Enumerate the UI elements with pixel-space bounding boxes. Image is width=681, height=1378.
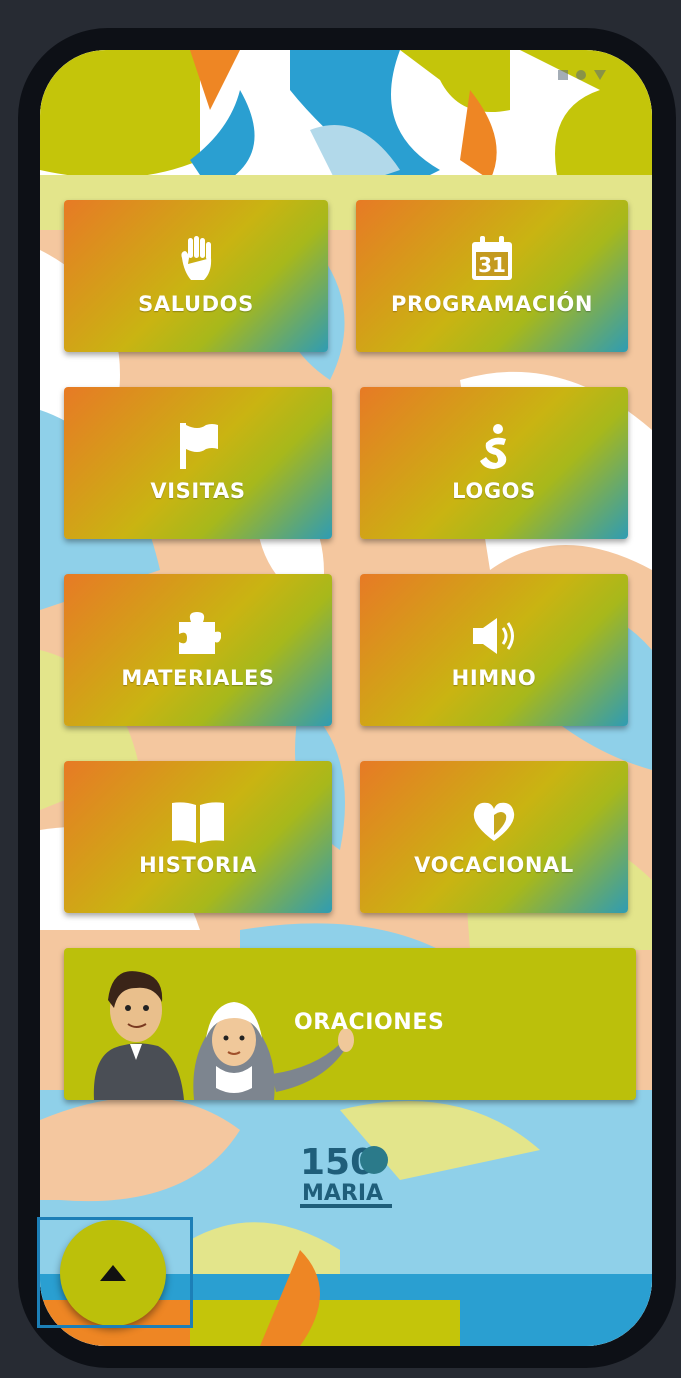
historia-button[interactable]: HISTORIA <box>64 761 332 913</box>
arrow-up-icon <box>100 1265 126 1281</box>
book-icon <box>170 797 226 843</box>
oraciones-button[interactable]: ORACIONES <box>64 948 636 1100</box>
status-bar-icons <box>558 70 606 80</box>
puzzle-icon <box>175 610 221 656</box>
scroll-up-button[interactable] <box>60 1220 166 1326</box>
maria-150-logo: 150 MARIA <box>300 1142 392 1208</box>
oraciones-label: ORACIONES <box>294 1010 445 1035</box>
signal-icon <box>558 70 568 80</box>
svg-text:MARIA: MARIA <box>302 1181 383 1206</box>
saludos-label: SALUDOS <box>138 292 254 316</box>
visitas-label: VISITAS <box>150 479 246 503</box>
speaker-icon <box>471 610 517 656</box>
vocacional-label: VOCACIONAL <box>414 853 574 877</box>
himno-label: HIMNO <box>451 666 537 690</box>
saludos-button[interactable]: SALUDOS <box>64 200 328 352</box>
app-screen: SALUDOS 31 PROGRAMACIÓN VISITAS LOGOS MA… <box>40 50 652 1346</box>
logo-figure-icon <box>476 423 512 469</box>
programacion-label: PROGRAMACIÓN <box>390 292 594 316</box>
wifi-icon <box>594 70 606 80</box>
materiales-button[interactable]: MATERIALES <box>64 574 332 726</box>
materiales-label: MATERIALES <box>121 666 275 690</box>
programacion-button[interactable]: 31 PROGRAMACIÓN <box>356 200 628 352</box>
historia-label: HISTORIA <box>139 853 257 877</box>
vocacional-button[interactable]: VOCACIONAL <box>360 761 628 913</box>
calendar-icon: 31 <box>470 236 514 282</box>
hand-icon <box>176 236 216 282</box>
logos-button[interactable]: LOGOS <box>360 387 628 539</box>
logos-label: LOGOS <box>452 479 536 503</box>
himno-button[interactable]: HIMNO <box>360 574 628 726</box>
record-icon <box>576 70 586 80</box>
heart-icon <box>472 797 516 843</box>
calendar-day: 31 <box>478 253 506 277</box>
visitas-button[interactable]: VISITAS <box>64 387 332 539</box>
flag-icon <box>176 423 220 469</box>
